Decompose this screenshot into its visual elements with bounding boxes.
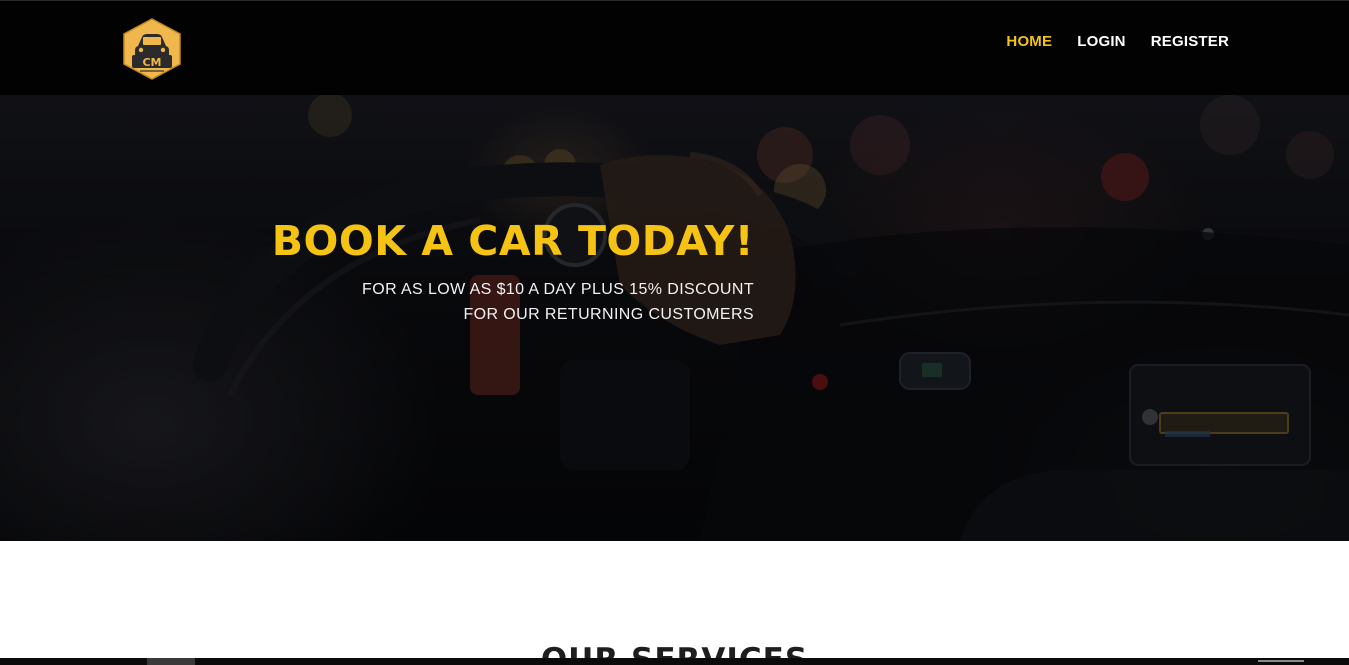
nav-link-login[interactable]: LOGIN bbox=[1077, 32, 1126, 52]
hero-subtitle-line-2: FOR OUR RETURNING CUSTOMERS bbox=[463, 306, 754, 323]
nav-item-login: LOGIN bbox=[1077, 32, 1126, 52]
top-navbar: CM HOME LOGIN REGISTER bbox=[0, 0, 1349, 95]
nav-item-register: REGISTER bbox=[1151, 32, 1229, 52]
hero-banner: BOOK A CAR TODAY! FOR AS LOW AS $10 A DA… bbox=[0, 95, 1349, 541]
hero-subtitle: FOR AS LOW AS $10 A DAY PLUS 15% DISCOUN… bbox=[234, 277, 754, 327]
nav-item-home: HOME bbox=[1006, 32, 1052, 52]
hero-title: BOOK A CAR TODAY! bbox=[271, 217, 754, 265]
nav-link-home[interactable]: HOME bbox=[1006, 32, 1052, 52]
page: CM HOME LOGIN REGISTER BOOK A CAR TODAY!… bbox=[0, 0, 1349, 665]
hero-text-block: BOOK A CAR TODAY! FOR AS LOW AS $10 A DA… bbox=[234, 217, 754, 327]
brand-logo[interactable]: CM bbox=[120, 18, 184, 80]
main-nav: HOME LOGIN REGISTER bbox=[1006, 32, 1229, 52]
os-taskbar bbox=[0, 658, 1349, 665]
nav-link-register[interactable]: REGISTER bbox=[1151, 32, 1229, 52]
taskbar-app-button[interactable] bbox=[147, 658, 195, 665]
taskbar-clock bbox=[1258, 660, 1304, 662]
car-logo-icon: CM bbox=[123, 18, 181, 80]
logo-text: CM bbox=[142, 56, 161, 69]
hero-subtitle-line-1: FOR AS LOW AS $10 A DAY PLUS 15% DISCOUN… bbox=[362, 281, 754, 298]
